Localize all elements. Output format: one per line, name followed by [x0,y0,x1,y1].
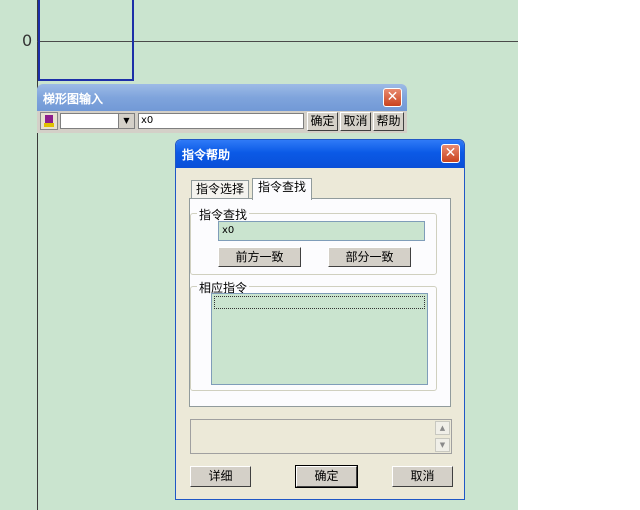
instruction-book-icon[interactable] [40,112,58,130]
toolbar-ok-button[interactable]: 确定 [307,112,338,131]
scroll-down-button[interactable]: ▼ [435,438,450,452]
detail-button[interactable]: 详细 [190,466,251,487]
chevron-down-icon[interactable]: ▼ [118,114,134,128]
instruction-help-dialog: 指令帮助 ✕ 指令选择 指令查找 指令查找 x0 前方一致 部分一致 相应指令 … [175,139,465,500]
dialog-ok-button[interactable]: 确定 [295,465,358,488]
instruction-type-select[interactable]: ▼ [60,113,135,129]
instruction-input[interactable]: x0 [138,113,304,129]
list-item[interactable] [214,296,425,309]
result-list[interactable] [211,293,428,385]
tab-instruction-select[interactable]: 指令选择 [191,180,249,199]
step-number: 0 [22,31,33,50]
dialog-title: 指令帮助 [182,148,231,162]
ladder-input-toolbar: 梯形图输入 ✕ ▼ x0 确定 取消 帮助 [37,84,407,133]
ladder-cursor [38,0,134,81]
toolbar-help-button[interactable]: 帮助 [373,112,404,131]
toolbar-titlebar[interactable]: 梯形图输入 ✕ [37,84,407,111]
toolbar-title: 梯形图输入 [43,92,104,106]
toolbar-cancel-button[interactable]: 取消 [340,112,371,131]
dialog-titlebar[interactable]: 指令帮助 ✕ [176,140,464,168]
partial-match-button[interactable]: 部分一致 [328,247,411,267]
dialog-cancel-button[interactable]: 取消 [392,466,453,487]
scroll-up-button[interactable]: ▲ [435,421,450,435]
toolbar-close-button[interactable]: ✕ [383,88,402,107]
find-input[interactable]: x0 [218,221,425,241]
tab-instruction-find[interactable]: 指令查找 [252,178,312,200]
prefix-match-button[interactable]: 前方一致 [218,247,301,267]
description-box: ▲ ▼ [190,419,452,454]
dialog-close-button[interactable]: ✕ [441,144,460,163]
